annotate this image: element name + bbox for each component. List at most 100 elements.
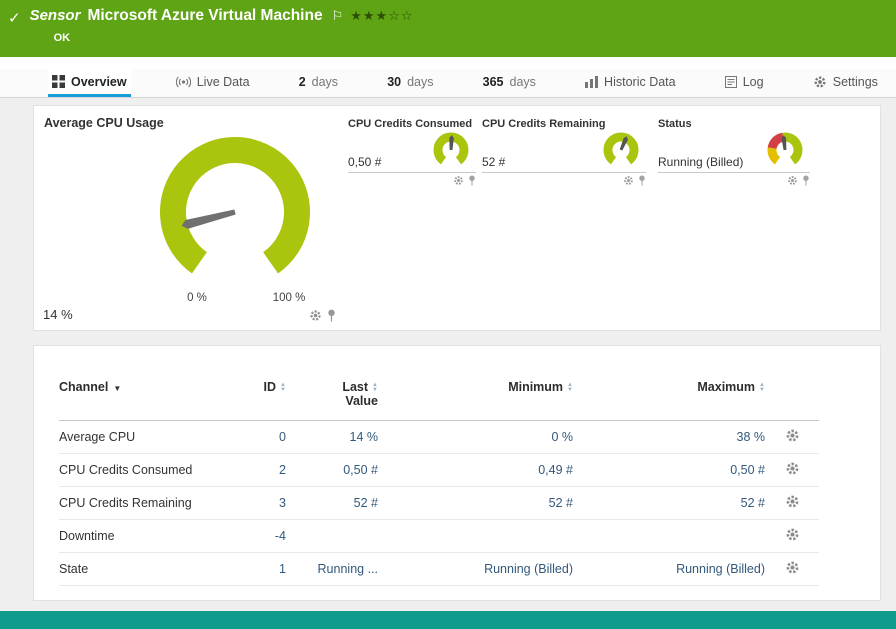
tab-label: days [407,75,433,89]
tab-365-days[interactable]: 365 days [479,69,540,97]
status-badge: OK [54,32,414,44]
gauge-pin-icon[interactable] [802,175,810,186]
divider [348,172,476,173]
channel-name[interactable]: CPU Credits Consumed [59,454,244,487]
sort-desc-icon: ▼ [113,384,121,393]
channel-maximum [579,520,771,553]
table-row[interactable]: CPU Credits Remaining 3 52 # 52 # 52 # [59,487,819,520]
tab-log[interactable]: Log [721,69,768,97]
tab-overview[interactable]: Overview [48,69,131,97]
channel-maximum: 38 % [579,421,771,454]
gauge-min-label: 0 % [176,292,218,304]
channel-minimum [384,520,579,553]
gauge-title: Status [658,118,810,130]
channel-minimum: Running (Billed) [384,553,579,586]
tab-bar: Overview Live Data 2 days 30 days 365 da… [0,69,896,98]
footer-bar [0,611,896,629]
channel-maximum: Running (Billed) [579,553,771,586]
gauge-settings-gear-icon[interactable] [623,175,634,186]
table-row[interactable]: Average CPU 0 14 % 0 % 38 % [59,421,819,454]
table-row[interactable]: CPU Credits Consumed 2 0,50 # 0,49 # 0,5… [59,454,819,487]
channel-last-value: 0,50 # [292,454,384,487]
cpu-credits-remaining-gauge [598,130,644,172]
channel-id: 2 [244,454,292,487]
column-header-maximum[interactable]: Maximum▲▼ [579,380,771,421]
gauge-value: 0,50 # [348,155,381,169]
channel-table: Channel▼ ID▲▼ Last▲▼ Value Minimum▲▼ [59,380,819,586]
channel-id: 0 [244,421,292,454]
channel-minimum: 52 # [384,487,579,520]
flag-icon[interactable]: ⚐ [332,8,344,24]
gauge-title: CPU Credits Remaining [482,118,646,130]
gauge-settings-gear-icon[interactable] [309,309,322,322]
tab-historic-data[interactable]: Historic Data [581,69,680,97]
channel-name[interactable]: State [59,553,244,586]
column-header-channel[interactable]: Channel▼ [59,380,244,421]
tab-label: days [510,75,536,89]
status-gauge-block: Status Running (Billed) [658,118,810,186]
sort-icon: ▲▼ [280,383,286,393]
tab-label: Log [743,75,764,89]
gauge-settings-gear-icon[interactable] [453,175,464,186]
gauge-max-label: 100 % [264,292,314,304]
gauge-value: 52 # [482,155,505,169]
column-header-minimum[interactable]: Minimum▲▼ [384,380,579,421]
gauge-title: CPU Credits Consumed [348,118,476,130]
table-header-row: Channel▼ ID▲▼ Last▲▼ Value Minimum▲▼ [59,380,819,421]
channel-table-panel: Channel▼ ID▲▼ Last▲▼ Value Minimum▲▼ [33,345,881,601]
gauge-pin-icon[interactable] [327,309,336,322]
channel-settings-button[interactable] [771,520,819,553]
tab-label: Overview [71,75,127,89]
channel-last-value [292,520,384,553]
sort-icon: ▲▼ [759,383,765,393]
tab-settings[interactable]: Settings [809,69,882,97]
channel-name[interactable]: Downtime [59,520,244,553]
sensor-header: ✓ Sensor Microsoft Azure Virtual Machine… [0,0,896,57]
average-cpu-gauge-block: Average CPU Usage 0 % 100 % 14 % [34,106,344,330]
channel-minimum: 0,49 # [384,454,579,487]
tab-30-days[interactable]: 30 days [383,69,437,97]
gauge-pin-icon[interactable] [638,175,646,186]
sort-icon: ▲▼ [372,383,378,393]
tab-label: Live Data [197,75,250,89]
column-header-last-value[interactable]: Last▲▼ Value [292,380,384,421]
channel-settings-button[interactable] [771,553,819,586]
table-row[interactable]: Downtime -4 [59,520,819,553]
channel-id: -4 [244,520,292,553]
gauge-pin-icon[interactable] [468,175,476,186]
tab-label: Historic Data [604,75,676,89]
prtg-sensor-page: ✓ Sensor Microsoft Azure Virtual Machine… [0,0,896,629]
channel-last-value: 14 % [292,421,384,454]
channel-settings-button[interactable] [771,487,819,520]
tab-2-days[interactable]: 2 days [295,69,342,97]
gauge-value: 14 % [43,307,73,322]
gauge-settings-gear-icon[interactable] [787,175,798,186]
tab-label-number: 2 [299,75,306,89]
divider [658,172,810,173]
ok-check-icon: ✓ [8,9,21,57]
channel-maximum: 0,50 # [579,454,771,487]
channel-last-value: Running ... [292,553,384,586]
channel-settings-button[interactable] [771,421,819,454]
cpu-credits-consumed-block: CPU Credits Consumed 0,50 # [348,118,476,186]
log-icon [725,76,737,88]
tab-label: days [312,75,338,89]
tab-label-number: 30 [387,75,401,89]
object-kind-label: Sensor [30,7,81,24]
channel-maximum: 52 # [579,487,771,520]
priority-stars[interactable]: ★★★☆☆ [350,8,413,24]
overview-icon [52,75,65,88]
sort-icon: ▲▼ [567,383,573,393]
page-title: Microsoft Azure Virtual Machine [87,7,322,25]
content-area: Average CPU Usage 0 % 100 % 14 % [0,98,896,611]
channel-name[interactable]: CPU Credits Remaining [59,487,244,520]
gear-icon [813,75,827,89]
channel-id: 1 [244,553,292,586]
column-header-actions [771,380,819,421]
column-header-id[interactable]: ID▲▼ [244,380,292,421]
channel-name[interactable]: Average CPU [59,421,244,454]
tab-live-data[interactable]: Live Data [172,69,254,97]
table-row[interactable]: State 1 Running ... Running (Billed) Run… [59,553,819,586]
gauge-needle [181,208,237,231]
channel-settings-button[interactable] [771,454,819,487]
